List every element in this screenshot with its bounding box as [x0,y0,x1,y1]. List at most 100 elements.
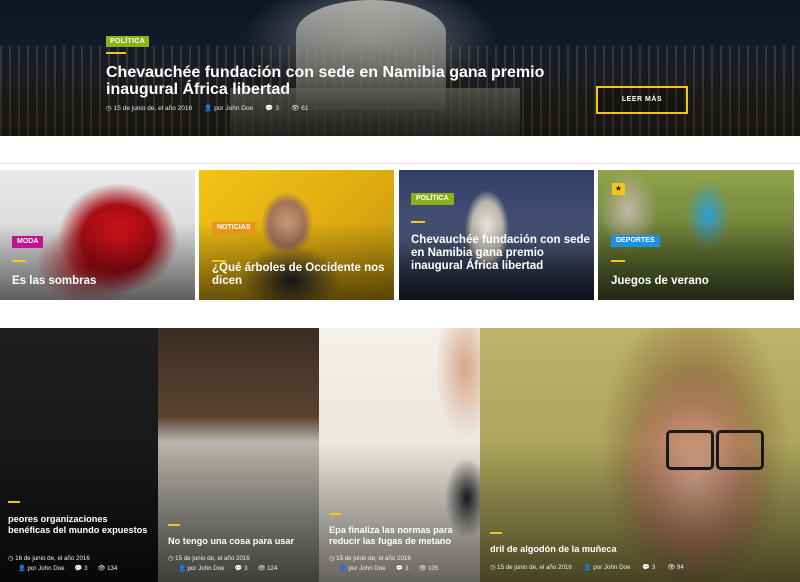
eye-icon: 👁 [257,565,266,572]
bottom-comments[interactable]: 💬 3 [642,564,655,572]
user-icon: 👤 [204,105,213,112]
bottom-views: 👁 124 [258,565,278,573]
hero-views: 👁 61 [291,104,309,112]
bottom-meta: 👤 por John Doe 💬 3 👁 124 [178,565,277,573]
bottom-accent-line [8,501,20,503]
bottom-date: ◷ 15 de junio de, el año 2016 [490,564,572,572]
section-divider [0,163,800,164]
user-icon: 👤 [18,565,26,572]
eye-icon: 👁 [667,564,676,571]
bottom-post[interactable]: peores organizaciones benéficas del mund… [0,328,158,582]
bottom-views-count: 105 [428,565,439,572]
bottom-author-text[interactable]: por John Doe [593,564,630,571]
read-more-button[interactable]: LEER MÁS [596,86,688,114]
bottom-date: ◷ 15 de junio de, el año 2016 [168,555,250,563]
bottom-author-text[interactable]: por John Doe [348,565,385,572]
bottom-overlay [0,328,158,582]
card-post[interactable]: ★ DEPORTES Juegos de verano [598,170,794,300]
hero-category-badge[interactable]: POLÍTICA [106,36,150,47]
bottom-comments[interactable]: 💬 3 [75,565,88,573]
bottom-title[interactable]: No tengo una cosa para usar [168,536,313,547]
hero-featured-post[interactable]: POLÍTICA Chevauchée fundación con sede e… [0,0,800,136]
bottom-views: 👁 134 [98,565,118,573]
hero-views-count: 61 [301,105,309,112]
bottom-author[interactable]: 👤 por John Doe [18,565,65,573]
bottom-title[interactable]: dril de algodón de la muñeca [490,544,690,555]
bottom-accent-line [168,524,180,526]
card-accent-line [611,260,625,262]
clock-icon: ◷ [490,564,496,571]
eye-icon: 👁 [97,565,106,572]
bottom-views: 👁 105 [419,565,439,573]
clock-icon: ◷ [168,555,174,562]
card-category-badge[interactable]: MODA [12,236,44,248]
bottom-author[interactable]: 👤 por John Doe [584,564,631,572]
user-icon: 👤 [339,565,347,572]
bottom-author[interactable]: 👤 por John Doe [178,565,225,573]
bottom-date-text: 16 de junio de, el año 2016 [15,555,90,562]
hero-date-text: 15 de junio de, el año 2016 [113,105,193,112]
hero-meta: ◷ 15 de junio de, el año 2016 👤 por John D… [106,104,308,112]
card-category-badge[interactable]: POLÍTICA [411,193,454,205]
user-icon: 👤 [178,565,186,572]
bottom-date-text: 15 de junio de, el año 2016 [336,555,411,562]
bottom-meta: 👤 por John Doe 💬 3 👁 105 [339,565,438,573]
bottom-title[interactable]: Epa finaliza las normas para reducir las… [329,525,474,547]
clock-icon: ◷ [329,555,335,562]
star-icon: ★ [612,183,625,195]
bottom-date-text: 15 de junio de, el año 2016 [497,564,572,571]
comment-icon: 💬 [265,105,274,112]
card-accent-line [411,221,425,223]
bottom-views: 👁 94 [667,564,683,572]
comment-icon: 💬 [234,565,243,572]
card-post[interactable]: POLÍTICA Chevauchée fundación con sede e… [399,170,594,300]
bottom-post[interactable]: dril de algodón de la muñeca ◷ 15 de jun… [480,328,800,582]
hero-author-text[interactable]: por John Doe [214,105,253,112]
bottom-author-text[interactable]: por John Doe [187,565,224,572]
card-post[interactable]: MODA Es las sombras [0,170,195,300]
bottom-date-text: 15 de junio de, el año 2016 [175,555,250,562]
bottom-views-count: 94 [676,564,684,571]
card-title[interactable]: Juegos de verano [611,275,786,288]
bottom-comments-count[interactable]: 3 [84,565,87,572]
comment-icon: 💬 [74,565,83,572]
bottom-comments-count[interactable]: 3 [244,565,247,572]
hero-comments-count[interactable]: 3 [275,105,279,112]
eye-icon: 👁 [418,565,427,572]
bottom-post[interactable]: No tengo una cosa para usar ◷ 15 de juni… [158,328,319,582]
bottom-views-count: 124 [267,565,278,572]
clock-icon: ◷ [8,555,14,562]
bottom-meta: ◷ 15 de junio de, el año 2016 👤 por John… [490,564,684,572]
card-title[interactable]: Es las sombras [12,275,182,288]
bottom-accent-line [490,532,502,534]
card-category-badge[interactable]: NOTICIAS [212,222,256,234]
bottom-author-text[interactable]: por John Doe [27,565,64,572]
clock-icon: ◷ [106,105,112,112]
bottom-comments[interactable]: 💬 3 [396,565,409,573]
bottom-date: ◷ 16 de junio de, el año 2016 [8,555,90,563]
card-title[interactable]: ¿Qué árboles de Occidente nos dicen [212,262,387,288]
card-post[interactable]: NOTICIAS ¿Qué árboles de Occidente nos d… [199,170,394,300]
bottom-comments[interactable]: 💬 3 [235,565,248,573]
hero-title[interactable]: Chevauchée fundación con sede en Namibia… [106,64,586,98]
bottom-comments-count[interactable]: 3 [652,564,655,571]
hero-comments[interactable]: 💬 3 [265,104,279,112]
bottom-accent-line [329,513,341,515]
card-accent-line [12,260,26,262]
hero-author[interactable]: 👤 por John Doe [204,104,253,112]
comment-icon: 💬 [642,564,651,571]
hero-date: ◷ 15 de junio de, el año 2016 [106,104,192,112]
bottom-post[interactable]: Epa finaliza las normas para reducir las… [319,328,480,582]
card-title[interactable]: Chevauchée fundación con sede en Namibia… [411,234,591,273]
comment-icon: 💬 [395,565,404,572]
bottom-views-count: 134 [107,565,118,572]
bottom-comments-count[interactable]: 3 [405,565,408,572]
bottom-meta: 👤 por John Doe 💬 3 👁 134 [18,565,117,573]
bottom-author[interactable]: 👤 por John Doe [339,565,386,573]
user-icon: 👤 [583,564,592,571]
eye-icon: 👁 [290,105,300,112]
bottom-date: ◷ 15 de junio de, el año 2016 [329,555,411,563]
hero-accent-line [106,52,126,54]
bottom-title[interactable]: peores organizaciones benéficas del mund… [8,514,148,536]
card-category-badge[interactable]: DEPORTES [611,235,660,247]
